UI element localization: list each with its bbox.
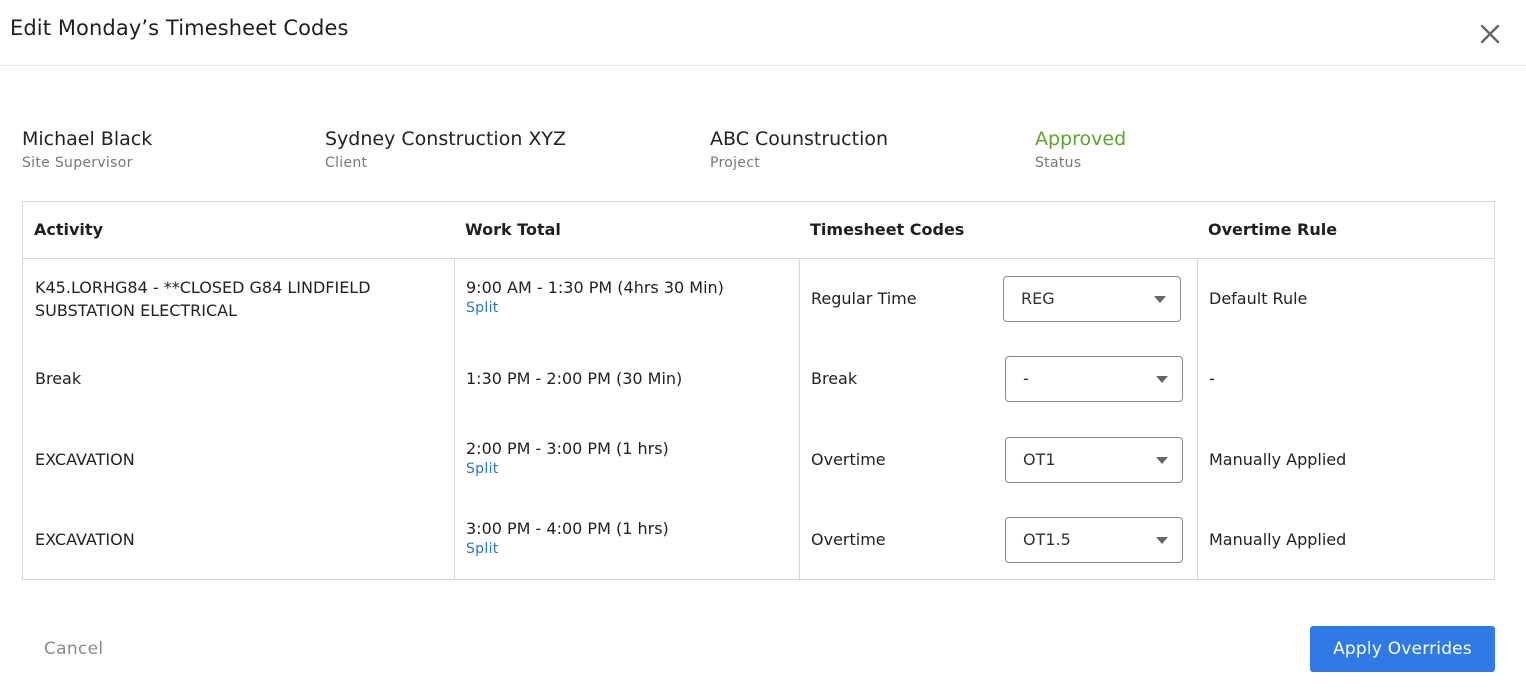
column-divider (454, 259, 455, 580)
timesheet-code-select[interactable]: - (1005, 356, 1183, 402)
timesheet-code-select[interactable]: REG (1003, 276, 1181, 322)
project-label: Project (710, 155, 760, 171)
split-link[interactable]: Split (466, 460, 669, 478)
split-link[interactable]: Split (466, 540, 669, 558)
client-info: Sydney Construction XYZ Client (325, 128, 566, 171)
supervisor-label: Site Supervisor (22, 155, 133, 171)
work-total-text: 3:00 PM - 4:00 PM (1 hrs) (466, 519, 669, 538)
select-value: - (1023, 369, 1029, 388)
table-row-work-total: 2:00 PM - 3:00 PM (1 hrs) Split (466, 437, 669, 478)
header-work-total: Work Total (465, 220, 561, 239)
overtime-rule-text: Manually Applied (1209, 530, 1347, 549)
header-timesheet-codes: Timesheet Codes (810, 220, 965, 239)
supervisor-name: Michael Black (22, 128, 153, 150)
code-label: Break (811, 369, 858, 388)
table-row-activity: K45.LORHG84 - **CLOSED G84 LINDFIELD SUB… (35, 276, 371, 322)
cancel-button[interactable]: Cancel (44, 639, 103, 659)
work-total-text: 9:00 AM - 1:30 PM (4hrs 30 Min) (466, 278, 724, 297)
activity-line: K45.LORHG84 - **CLOSED G84 LINDFIELD (35, 278, 371, 297)
chevron-down-icon (1156, 376, 1168, 383)
table-row-activity: EXCAVATION (35, 530, 135, 549)
code-label: Overtime (811, 530, 886, 549)
supervisor-info: Michael Black Site Supervisor (22, 128, 152, 171)
select-value: REG (1021, 289, 1055, 308)
table-header: Activity Work Total Timesheet Codes Over… (23, 202, 1494, 259)
overtime-rule-text: Default Rule (1209, 289, 1308, 308)
column-divider (1197, 259, 1198, 580)
header-activity: Activity (34, 220, 103, 239)
select-value: OT1.5 (1023, 530, 1071, 549)
apply-overrides-button[interactable]: Apply Overrides (1310, 626, 1495, 672)
table-row-work-total: 3:00 PM - 4:00 PM (1 hrs) Split (466, 517, 669, 558)
select-value: OT1 (1023, 450, 1056, 469)
code-label: Regular Time (811, 289, 917, 308)
column-divider (799, 259, 800, 580)
table-row-activity: EXCAVATION (35, 450, 135, 469)
code-label: Overtime (811, 450, 886, 469)
dialog-header: Edit Monday’s Timesheet Codes (0, 0, 1526, 66)
status-label: Status (1035, 155, 1082, 171)
dialog-title: Edit Monday’s Timesheet Codes (10, 16, 349, 40)
client-label: Client (325, 155, 368, 171)
table-row-activity: Break (35, 369, 82, 388)
overtime-rule-text: - (1209, 369, 1215, 388)
table-row-work-total: 9:00 AM - 1:30 PM (4hrs 30 Min) Split (466, 276, 724, 317)
client-name: Sydney Construction XYZ (325, 128, 567, 150)
overtime-rule-text: Manually Applied (1209, 450, 1347, 469)
timesheet-table: Activity Work Total Timesheet Codes Over… (22, 201, 1495, 580)
header-overtime-rule: Overtime Rule (1208, 220, 1338, 239)
chevron-down-icon (1154, 296, 1166, 303)
status-value: Approved (1035, 128, 1127, 150)
close-icon[interactable] (1476, 20, 1504, 48)
timesheet-code-select[interactable]: OT1 (1005, 437, 1183, 483)
status-info: Approved Status (1035, 128, 1126, 171)
work-total-text: 2:00 PM - 3:00 PM (1 hrs) (466, 439, 669, 458)
project-info: ABC Counstruction Project (710, 128, 888, 171)
split-link[interactable]: Split (466, 299, 724, 317)
chevron-down-icon (1156, 537, 1168, 544)
activity-line: SUBSTATION ELECTRICAL (35, 301, 238, 320)
project-name: ABC Counstruction (710, 128, 889, 150)
chevron-down-icon (1156, 457, 1168, 464)
work-total-text: 1:30 PM - 2:00 PM (30 Min) (466, 369, 683, 388)
timesheet-code-select[interactable]: OT1.5 (1005, 517, 1183, 563)
